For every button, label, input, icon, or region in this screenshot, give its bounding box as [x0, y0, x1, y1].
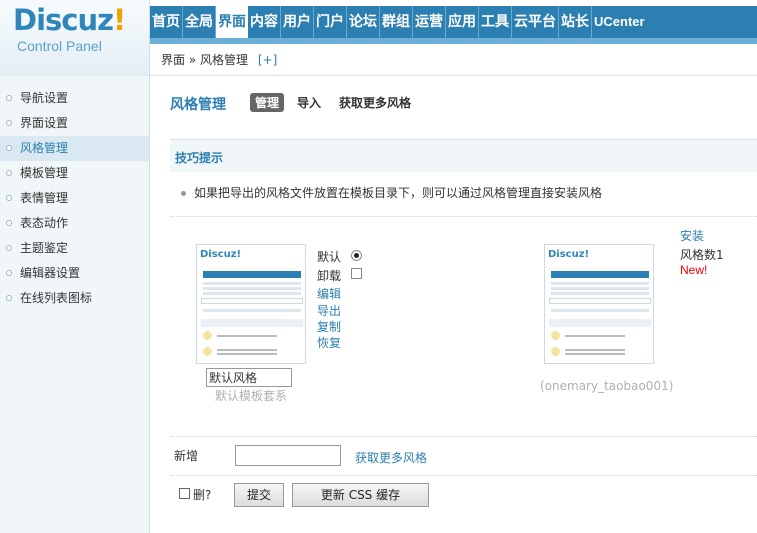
style-count: 风格数1	[680, 248, 724, 262]
main-content: 风格管理 管理 导入 获取更多风格 技巧提示 如果把导出的风格文件放置在模板目录…	[151, 77, 757, 533]
bullet-icon	[6, 270, 12, 276]
get-more-styles-link[interactable]: 获取更多风格	[355, 449, 427, 466]
style-thumbnail-default[interactable]: Discuz!	[196, 244, 306, 364]
tips-header: 技巧提示	[170, 139, 757, 172]
sidebar-item-template-manage[interactable]: 模板管理	[0, 161, 149, 186]
sidebar-item-interface-settings[interactable]: 界面设置	[0, 111, 149, 136]
nav-item-webmaster[interactable]: 站长	[559, 6, 592, 38]
nav-item-interface[interactable]: 界面	[216, 0, 248, 38]
sidebar-item-reactions[interactable]: 表态动作	[0, 211, 149, 236]
sidebar-item-thread-stamp[interactable]: 主题鉴定	[0, 236, 149, 261]
style-description: (onemary_taobao001)	[540, 379, 674, 393]
bullet-icon	[6, 195, 12, 201]
uninstall-label: 卸载	[317, 269, 342, 283]
sidebar-item-smiley-manage[interactable]: 表情管理	[0, 186, 149, 211]
nav-item-tools[interactable]: 工具	[479, 6, 512, 38]
add-style-input[interactable]	[235, 445, 341, 466]
tab-import[interactable]: 导入	[292, 93, 326, 112]
install-link[interactable]: 安装	[680, 228, 704, 244]
thumbnail-logo: Discuz!	[200, 249, 242, 260]
tab-bar: 管理 导入 获取更多风格	[250, 93, 416, 112]
bullet-icon	[6, 245, 12, 251]
sidebar-item-style-manage[interactable]: 风格管理	[0, 136, 149, 161]
breadcrumb-current: 风格管理	[200, 53, 249, 67]
logo-subtitle: Control Panel	[17, 38, 102, 54]
bullet-icon	[6, 170, 12, 176]
style-thumbnail-onemary[interactable]: Discuz!	[544, 244, 654, 364]
new-badge: New!	[680, 263, 708, 277]
sidebar-item-editor-settings[interactable]: 编辑器设置	[0, 261, 149, 286]
export-link[interactable]: 导出	[317, 303, 341, 319]
divider	[170, 475, 757, 476]
refresh-css-cache-button[interactable]: 更新 CSS 缓存	[292, 483, 429, 507]
nav-item-group[interactable]: 群组	[380, 6, 413, 38]
tip-item: 如果把导出的风格文件放置在模板目录下，则可以通过风格管理直接安装风格	[181, 184, 602, 201]
bullet-icon	[6, 95, 12, 101]
nav-item-forum[interactable]: 论坛	[347, 6, 380, 38]
tab-get-more-styles[interactable]: 获取更多风格	[334, 93, 416, 112]
nav-item-users[interactable]: 用户	[281, 6, 314, 38]
nav-item-content[interactable]: 内容	[248, 6, 281, 38]
bullet-icon	[6, 145, 12, 151]
nav-item-ucenter[interactable]: UCenter	[592, 6, 647, 38]
nav-item-cloud[interactable]: 云平台	[512, 6, 559, 38]
nav-item-portal[interactable]: 门户	[314, 6, 347, 38]
sidebar-item-online-icons[interactable]: 在线列表图标	[0, 286, 149, 311]
tips-title: 技巧提示	[175, 151, 224, 165]
bullet-icon	[6, 295, 12, 301]
top-nav: 首页 全局 界面 内容 用户 门户 论坛 群组 运营 应用 工具 云平台 站长 …	[150, 0, 757, 38]
submit-button[interactable]: 提交	[234, 483, 284, 507]
divider	[170, 216, 757, 217]
delete-label: 删?	[193, 488, 212, 502]
tab-manage[interactable]: 管理	[250, 93, 285, 112]
bullet-icon	[6, 120, 12, 126]
default-label: 默认	[317, 250, 342, 264]
nav-item-operation[interactable]: 运营	[413, 6, 446, 38]
restore-link[interactable]: 恢复	[317, 335, 341, 351]
page-title: 风格管理	[170, 97, 226, 113]
copy-link[interactable]: 复制	[317, 319, 341, 335]
sidebar-item-nav-settings[interactable]: 导航设置	[0, 86, 149, 111]
edit-link[interactable]: 编辑	[317, 286, 341, 302]
delete-checkbox[interactable]	[179, 488, 190, 499]
nav-item-home[interactable]: 首页	[150, 6, 183, 38]
header: Discuz! Control Panel 首页 全局 界面 内容 用户 门户 …	[0, 0, 757, 76]
breadcrumb: 界面 » 风格管理 [+]	[150, 44, 757, 76]
style-name-input[interactable]	[206, 368, 292, 387]
default-radio[interactable]	[351, 250, 362, 261]
nav-item-global[interactable]: 全局	[183, 6, 216, 38]
uninstall-checkbox[interactable]	[351, 268, 362, 279]
add-label: 新增	[174, 449, 199, 463]
logo-brand: Discuz!	[13, 3, 126, 37]
add-to-menu-button[interactable]: [+]	[258, 53, 277, 67]
logo: Discuz! Control Panel	[0, 0, 150, 76]
bullet-icon	[6, 220, 12, 226]
bullet-icon	[181, 191, 186, 196]
nav-item-apps[interactable]: 应用	[446, 6, 479, 38]
divider	[170, 436, 757, 437]
style-description: 默认模板套系	[214, 389, 287, 403]
thumbnail-logo: Discuz!	[548, 249, 590, 260]
breadcrumb-parent[interactable]: 界面	[161, 53, 185, 67]
sidebar: 导航设置 界面设置 风格管理 模板管理 表情管理 表态动作 主题鉴定 编辑器设置…	[0, 76, 150, 533]
breadcrumb-separator: »	[188, 53, 197, 67]
